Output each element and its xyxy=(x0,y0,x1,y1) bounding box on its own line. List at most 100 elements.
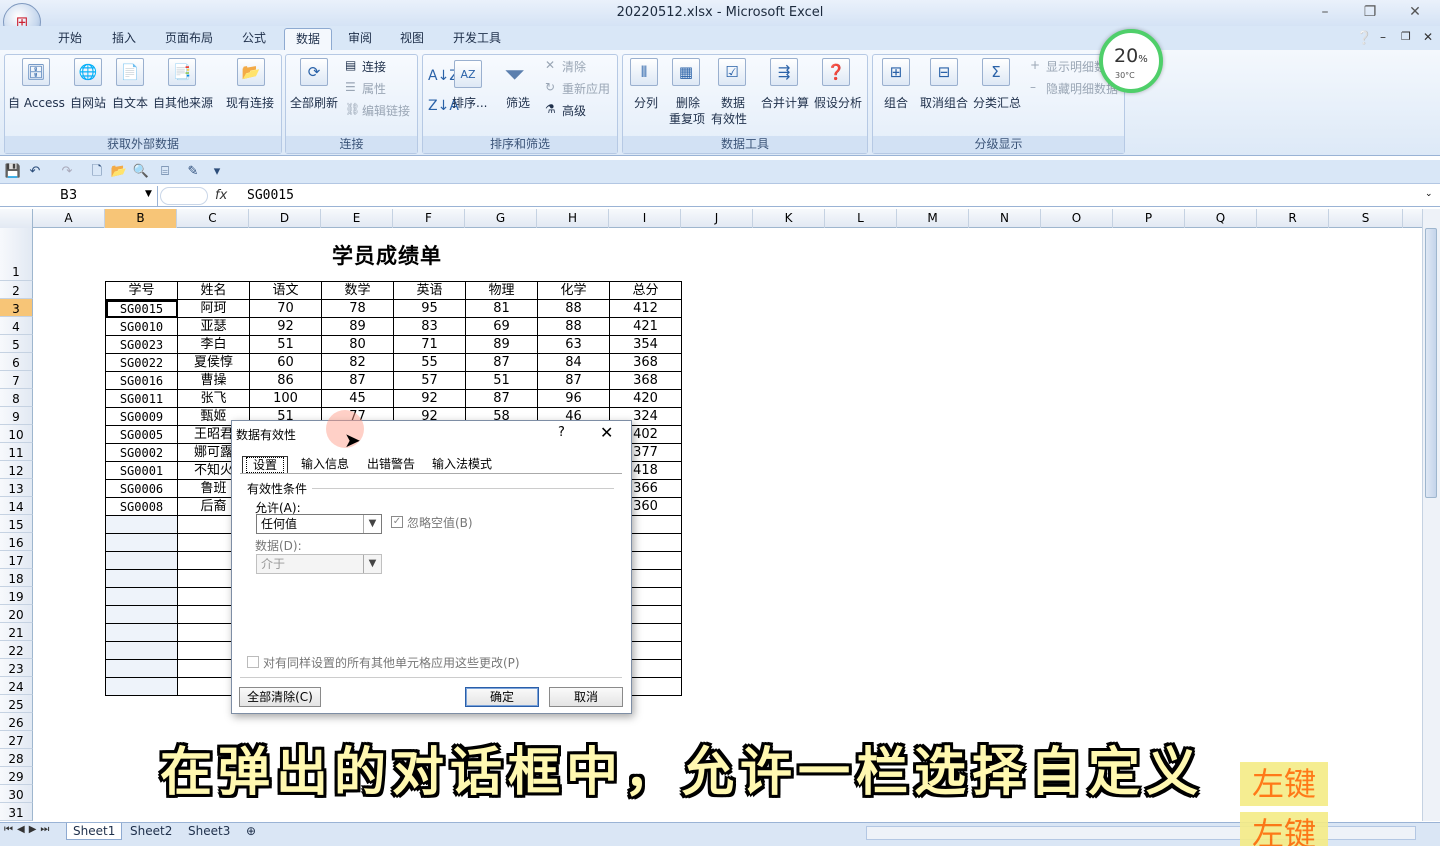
table-cell[interactable]: SG0006 xyxy=(105,479,178,498)
table-cell[interactable]: 69 xyxy=(465,317,538,336)
allow-select[interactable]: 任何值 ▼ xyxy=(256,514,382,534)
row-header-12[interactable]: 12 xyxy=(0,461,33,479)
sheet-nav-arrows-icon[interactable]: ⏮◀▶⏭ xyxy=(4,824,53,835)
column-header-b[interactable]: B xyxy=(105,209,177,228)
text-to-columns-icon[interactable]: ⫴ xyxy=(630,58,658,86)
table-cell[interactable]: 412 xyxy=(609,299,682,318)
column-header-c[interactable]: C xyxy=(177,209,249,228)
save-icon[interactable]: 💾 xyxy=(4,163,22,181)
row-header-19[interactable]: 19 xyxy=(0,587,33,605)
column-header-d[interactable]: D xyxy=(249,209,321,228)
table-cell[interactable]: 92 xyxy=(393,389,466,408)
table-cell[interactable]: 88 xyxy=(537,317,610,336)
workbook-minimize-icon[interactable]: – xyxy=(1380,30,1386,44)
formula-input[interactable]: SG0015 xyxy=(247,188,294,203)
column-header-e[interactable]: E xyxy=(321,209,393,228)
row-header-27[interactable]: 27 xyxy=(0,731,33,749)
tab-data[interactable]: 数据 xyxy=(284,28,332,50)
sheet-tab-sheet1[interactable]: Sheet1 xyxy=(66,823,123,840)
row-header-4[interactable]: 4 xyxy=(0,317,33,335)
table-cell[interactable]: 84 xyxy=(537,353,610,372)
header-cell[interactable]: 物理 xyxy=(465,281,538,300)
table-cell[interactable]: 420 xyxy=(609,389,682,408)
table-cell[interactable]: 88 xyxy=(537,299,610,318)
row-header-20[interactable]: 20 xyxy=(0,605,33,623)
row-header-6[interactable]: 6 xyxy=(0,353,33,371)
insert-sheet-icon[interactable]: ⊕ xyxy=(246,823,256,840)
table-cell[interactable]: 421 xyxy=(609,317,682,336)
column-header-g[interactable]: G xyxy=(465,209,537,228)
table-cell[interactable]: SG0002 xyxy=(105,443,178,462)
tab-input-message[interactable]: 输入信息 xyxy=(298,456,352,473)
table-cell[interactable]: SG0008 xyxy=(105,497,178,516)
column-header-q[interactable]: Q xyxy=(1185,209,1257,228)
table-cell[interactable]: 368 xyxy=(609,371,682,390)
column-header-l[interactable]: L xyxy=(825,209,897,228)
refresh-all-button[interactable]: 全部刷新 xyxy=(290,94,338,111)
table-cell[interactable]: 阿珂 xyxy=(177,299,250,318)
column-header-p[interactable]: P xyxy=(1113,209,1185,228)
column-header-j[interactable]: J xyxy=(681,209,753,228)
table-cell[interactable]: 曹操 xyxy=(177,371,250,390)
data-validation-icon[interactable]: ☑ xyxy=(718,58,746,86)
table-cell[interactable]: 89 xyxy=(321,317,394,336)
web-icon[interactable]: 🌐 xyxy=(74,58,102,86)
column-header-h[interactable]: H xyxy=(537,209,609,228)
empty-cell[interactable] xyxy=(105,605,178,624)
empty-cell[interactable] xyxy=(105,623,178,642)
cancel-button[interactable]: 取消 xyxy=(549,687,623,707)
tab-page-layout[interactable]: 页面布局 xyxy=(165,28,213,50)
header-cell[interactable]: 学号 xyxy=(105,281,178,300)
header-cell[interactable]: 总分 xyxy=(609,281,682,300)
formula-zoom-control[interactable] xyxy=(160,187,208,205)
row-header-11[interactable]: 11 xyxy=(0,443,33,461)
header-cell[interactable]: 数学 xyxy=(321,281,394,300)
tools-icon[interactable]: ✎ xyxy=(184,163,202,181)
empty-cell[interactable] xyxy=(105,677,178,696)
table-cell[interactable]: SG0023 xyxy=(105,335,178,354)
refresh-all-icon[interactable]: ⟳ xyxy=(300,58,328,86)
apply-all-checkbox[interactable] xyxy=(247,656,259,668)
tab-settings[interactable]: 设置 xyxy=(242,456,289,473)
table-cell[interactable]: 86 xyxy=(249,371,322,390)
table-cell[interactable]: 夏侯惇 xyxy=(177,353,250,372)
from-access-button[interactable]: 自 Access xyxy=(8,94,65,111)
close-button[interactable]: ✕ xyxy=(1402,3,1428,21)
tab-insert[interactable]: 插入 xyxy=(112,28,136,50)
edit-links-button[interactable]: 编辑链接 xyxy=(362,102,410,119)
table-cell[interactable]: 96 xyxy=(537,389,610,408)
ignore-blank-checkbox[interactable]: ✓ xyxy=(391,516,403,528)
existing-connections-button[interactable]: 现有连接 xyxy=(226,94,274,111)
row-header-14[interactable]: 14 xyxy=(0,497,33,515)
workbook-restore-icon[interactable]: ❐ xyxy=(1401,30,1411,43)
format-icon[interactable]: ⌸ xyxy=(156,163,174,181)
text-file-icon[interactable]: 📄 xyxy=(116,58,144,86)
properties-button[interactable]: 属性 xyxy=(362,80,386,97)
other-sources-icon[interactable]: 📑 xyxy=(168,58,196,86)
table-cell[interactable]: 92 xyxy=(249,317,322,336)
data-validation-button[interactable]: 数据 xyxy=(721,94,745,111)
new-file-icon[interactable]: 🗋 xyxy=(88,163,106,181)
table-cell[interactable]: 70 xyxy=(249,299,322,318)
what-if-icon[interactable]: ❓ xyxy=(822,58,850,86)
table-cell[interactable]: 李白 xyxy=(177,335,250,354)
column-header-s[interactable]: S xyxy=(1329,209,1403,228)
table-cell[interactable]: SG0009 xyxy=(105,407,178,426)
clear-button[interactable]: 清除 xyxy=(562,58,586,75)
row-header-8[interactable]: 8 xyxy=(0,389,33,407)
ok-button[interactable]: 确定 xyxy=(465,687,539,707)
table-cell[interactable]: SG0016 xyxy=(105,371,178,390)
filter-button[interactable]: 筛选 xyxy=(506,94,530,111)
from-text-button[interactable]: 自文本 xyxy=(112,94,148,111)
table-cell[interactable]: 368 xyxy=(609,353,682,372)
header-cell[interactable]: 姓名 xyxy=(177,281,250,300)
group-icon[interactable]: ⊞ xyxy=(882,58,910,86)
header-cell[interactable]: 化学 xyxy=(537,281,610,300)
row-header-25[interactable]: 25 xyxy=(0,695,33,713)
table-cell[interactable]: 51 xyxy=(249,335,322,354)
row-header-24[interactable]: 24 xyxy=(0,677,33,695)
chevron-down-icon[interactable]: ▼ xyxy=(363,555,381,573)
row-header-26[interactable]: 26 xyxy=(0,713,33,731)
table-cell[interactable]: 95 xyxy=(393,299,466,318)
dialog-help-button[interactable]: ? xyxy=(558,425,565,440)
